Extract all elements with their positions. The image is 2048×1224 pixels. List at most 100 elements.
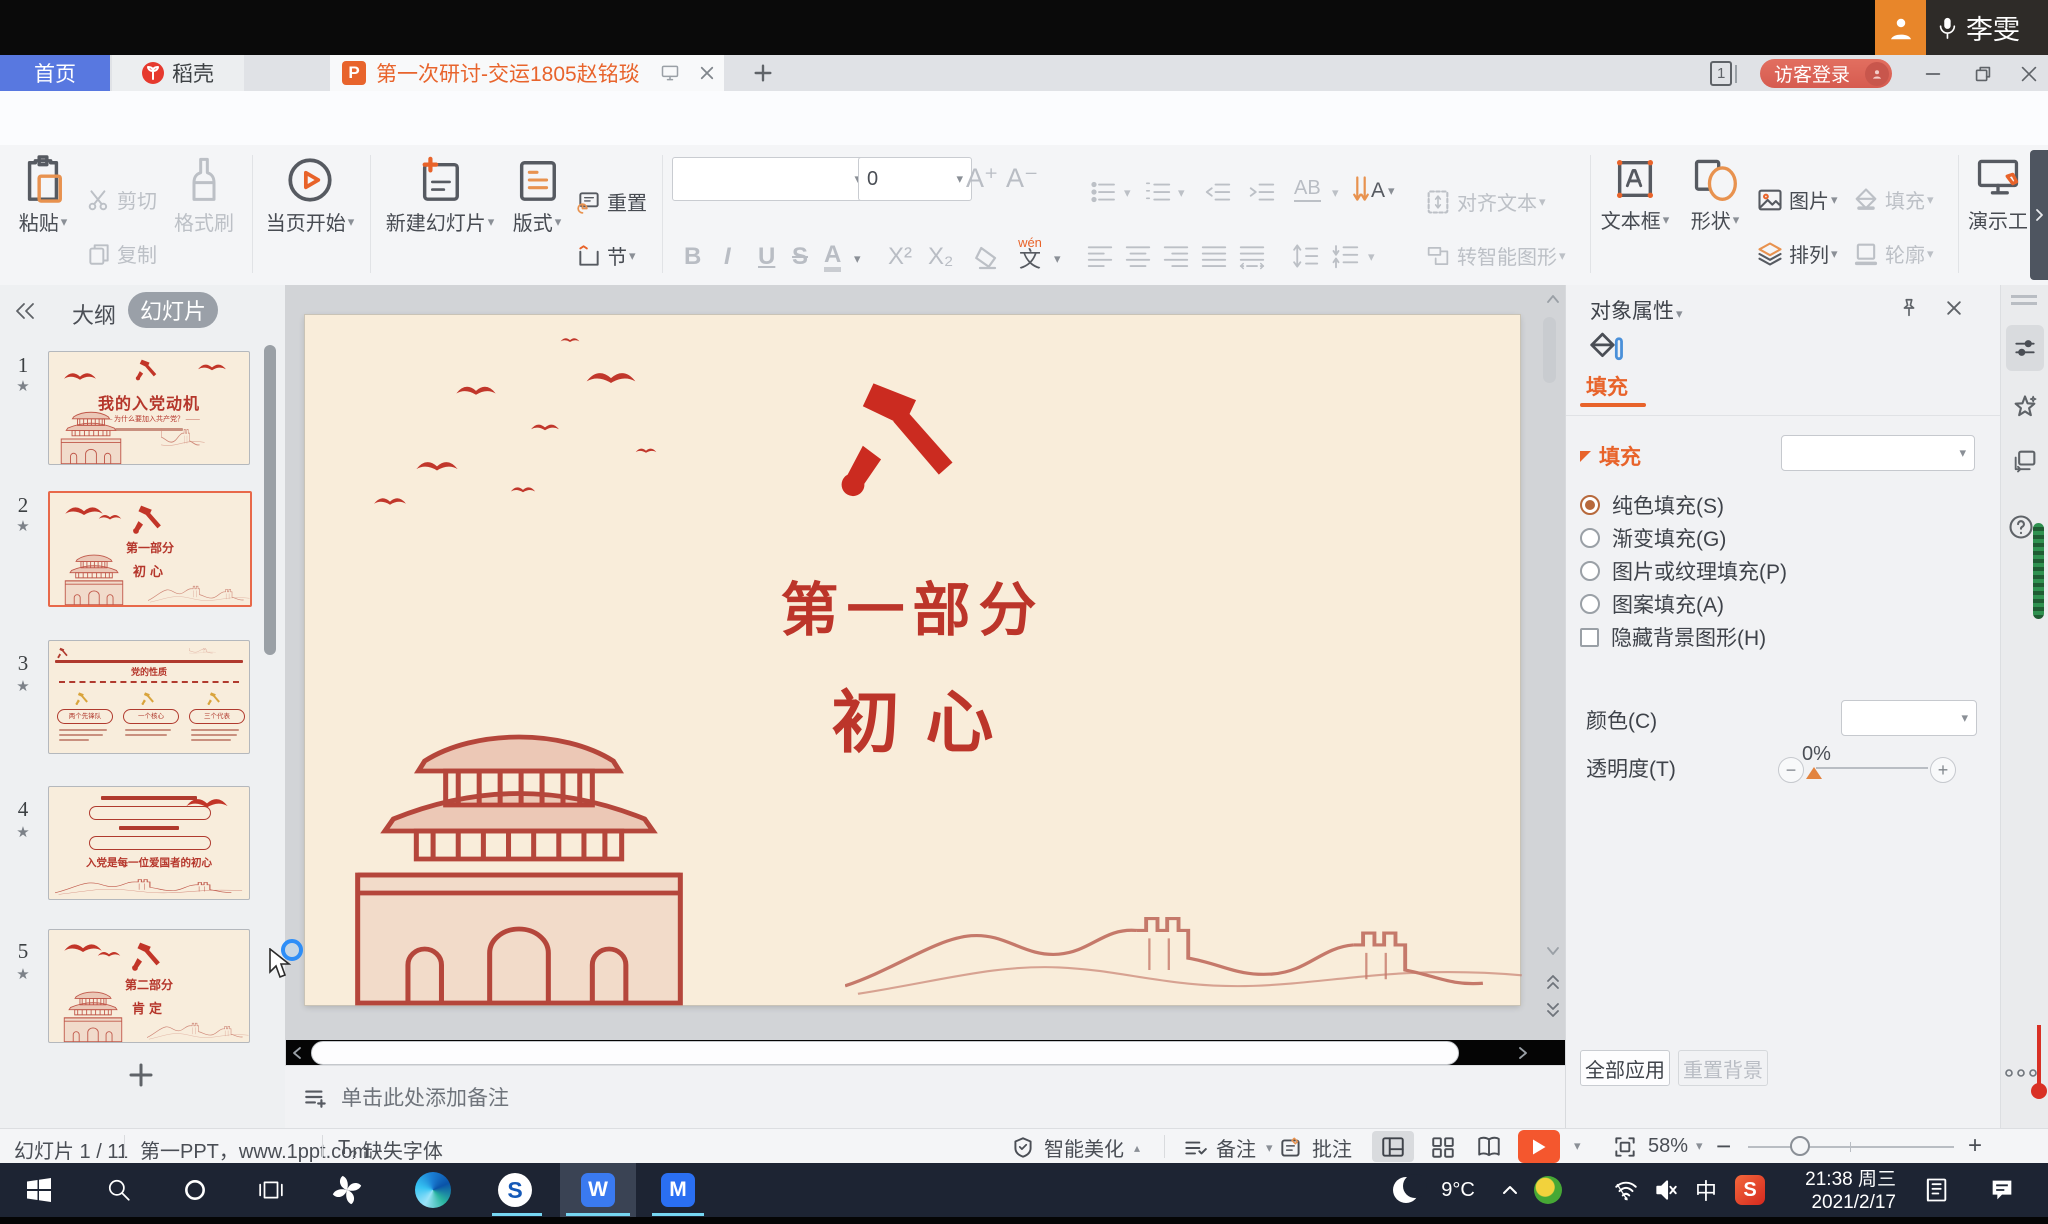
tray-expand-button[interactable] — [1492, 1163, 1528, 1217]
radio-pattern-fill[interactable]: 图案填充(A) — [1580, 589, 1724, 619]
transparency-slider-track[interactable] — [1816, 767, 1928, 769]
subscript-button[interactable]: X₂ — [928, 243, 953, 271]
pinyin-button[interactable]: wén 文 — [1010, 237, 1050, 271]
format-painter-button[interactable]: 格式刷 — [168, 155, 240, 236]
bold-button[interactable]: B — [684, 243, 701, 271]
zoom-out-button[interactable]: − — [1716, 1131, 1731, 1162]
rail-properties-button[interactable] — [2006, 325, 2044, 371]
char-direction-caret-icon[interactable]: ▾ — [1332, 185, 1339, 201]
missing-font-indicator[interactable]: T? 缺失字体 — [338, 1135, 443, 1164]
distribute-icon[interactable] — [1236, 241, 1268, 271]
tab-daoke[interactable]: 稻壳 — [112, 55, 244, 91]
char-direction-button[interactable]: AB — [1294, 177, 1321, 202]
fit-to-window-icon[interactable] — [1612, 1134, 1638, 1160]
view-sorter-button[interactable] — [1422, 1131, 1464, 1162]
fill-tab-icon[interactable] — [1584, 329, 1624, 367]
textbox-button[interactable]: 文本框▾ — [1598, 153, 1672, 234]
notes-button[interactable]: 备注 ▾ — [1182, 1133, 1273, 1162]
outline-button[interactable]: 轮廓▾ — [1852, 239, 1934, 268]
radio-gradient-fill[interactable]: 渐变填充(G) — [1580, 523, 1726, 553]
sidebar-scrollbar[interactable] — [264, 345, 276, 655]
text-direction-button[interactable]: A ▾ — [1352, 175, 1395, 207]
slide-thumbnail-2[interactable]: 第一部分 初心 — [48, 491, 252, 607]
comments-button[interactable]: 批注 — [1278, 1133, 1352, 1162]
scroll-right-icon[interactable] — [1517, 1045, 1529, 1061]
slide-thumbnail-1[interactable]: 我的入党动机 —— 为什么要加入共产党？ —— — [48, 351, 250, 465]
slide-thumbnail-4[interactable]: 入党是每一位爱国者的初心 — [48, 786, 250, 900]
play-from-current-button[interactable]: 当页开始▾ — [262, 153, 358, 236]
font-color-button[interactable]: A — [824, 243, 841, 272]
slide-thumbnail-3[interactable]: 党的性质 两个先锋队 一个核心 三个代表 — [48, 640, 250, 754]
start-button[interactable] — [16, 1163, 62, 1217]
notes-bar[interactable]: 单击此处添加备注 — [285, 1065, 1565, 1128]
to-smart-graphic-button[interactable]: 转智能图形▾ — [1424, 241, 1566, 270]
app-wps-button[interactable]: W — [560, 1163, 636, 1217]
previous-slide-icon[interactable] — [1545, 973, 1561, 991]
tab-slides[interactable]: 幻灯片 — [128, 292, 218, 328]
rail-scroll-indicator[interactable] — [2033, 523, 2044, 619]
font-size-combo[interactable]: 0▾ — [858, 157, 972, 201]
action-center-button[interactable] — [1976, 1163, 2028, 1217]
next-slide-icon[interactable] — [1545, 1001, 1561, 1019]
night-mode-icon[interactable] — [1386, 1163, 1426, 1217]
close-panel-icon[interactable] — [1944, 298, 1964, 318]
ime-indicator[interactable]: 中 — [1686, 1163, 1726, 1217]
clear-format-icon[interactable] — [970, 243, 1000, 273]
fill-tab-label[interactable]: 填充 — [1586, 371, 1628, 401]
bullet-caret-icon[interactable]: ▾ — [1124, 185, 1131, 201]
font-grow-button[interactable]: A⁺ — [966, 163, 998, 194]
fill-section-header[interactable]: 填充 — [1580, 441, 1641, 471]
zoom-level[interactable]: 58% — [1648, 1135, 1688, 1158]
collapse-sidebar-icon[interactable] — [12, 299, 38, 323]
app-scircle-button[interactable]: S — [488, 1163, 542, 1217]
tab-home[interactable]: 首页 — [0, 55, 110, 91]
add-slide-icon[interactable] — [126, 1060, 156, 1090]
italic-button[interactable]: I — [724, 243, 731, 271]
shapes-button[interactable]: 形状▾ — [1682, 153, 1748, 234]
section-button[interactable]: 节▾ — [576, 241, 636, 270]
new-slide-button[interactable]: 新建幻灯片▾ — [382, 153, 498, 236]
help-icon[interactable] — [2007, 513, 2035, 541]
tab-document[interactable]: P 第一次研讨-交运1805赵铭琰 — [330, 55, 724, 91]
font-family-combo[interactable]: ▾ — [672, 157, 870, 201]
radio-picture-fill[interactable]: 图片或纹理填充(P) — [1580, 556, 1787, 586]
wifi-tray-icon[interactable] — [1606, 1163, 1646, 1217]
antivirus-tray-icon[interactable] — [1528, 1163, 1568, 1217]
zoom-slider-knob[interactable] — [1790, 1136, 1810, 1156]
switch-panel-icon[interactable] — [2011, 447, 2039, 475]
presentation-tools-button[interactable]: 演示工具 — [1968, 153, 2028, 234]
slide-part-label[interactable]: 第一部分 — [305, 563, 1520, 647]
numbered-caret-icon[interactable]: ▾ — [1178, 185, 1185, 201]
checkbox-hide-background[interactable]: 隐藏背景图形(H) — [1580, 622, 1766, 652]
task-view-button[interactable] — [248, 1163, 294, 1217]
weather-temperature[interactable]: 9°C — [1434, 1163, 1482, 1217]
align-center-icon[interactable] — [1122, 241, 1154, 271]
picture-button[interactable]: 图片▾ — [1756, 185, 1838, 214]
copy-button[interactable]: 复制 — [86, 239, 157, 268]
minimize-window-icon[interactable] — [1922, 63, 1944, 85]
transparency-minus-button[interactable]: − — [1778, 757, 1804, 783]
taskbar-search-button[interactable] — [96, 1163, 142, 1217]
panel-title[interactable]: 对象属性▾ — [1590, 295, 1683, 325]
spacing-caret-icon[interactable]: ▾ — [1368, 249, 1375, 265]
view-normal-button[interactable] — [1372, 1131, 1414, 1162]
zoom-caret-icon[interactable]: ▾ — [1696, 1138, 1703, 1154]
vertical-scrollbar-thumb[interactable] — [1543, 317, 1556, 383]
cortana-button[interactable] — [172, 1163, 218, 1217]
view-reading-button[interactable] — [1468, 1131, 1510, 1162]
tab-outline[interactable]: 大纲 — [72, 298, 116, 330]
paste-button[interactable]: 粘贴▾ — [12, 153, 74, 236]
play-caret-icon[interactable]: ▾ — [1574, 1138, 1581, 1154]
clock[interactable]: 21:38 周三 2021/2/17 — [1786, 1168, 1896, 1214]
app-seewo-button[interactable] — [322, 1163, 372, 1217]
play-slideshow-button[interactable] — [1518, 1130, 1560, 1163]
zoom-in-button[interactable]: + — [1968, 1132, 1982, 1160]
zoom-slider-track[interactable] — [1748, 1146, 1954, 1148]
tab-close-icon[interactable] — [698, 64, 716, 82]
app-edge-button[interactable] — [406, 1163, 460, 1217]
volume-muted-icon[interactable] — [1646, 1163, 1686, 1217]
pin-icon[interactable] — [1898, 297, 1920, 319]
increase-indent-icon[interactable] — [1246, 177, 1278, 207]
align-left-icon[interactable] — [1084, 241, 1116, 271]
sogou-tray-icon[interactable]: S — [1728, 1163, 1772, 1217]
